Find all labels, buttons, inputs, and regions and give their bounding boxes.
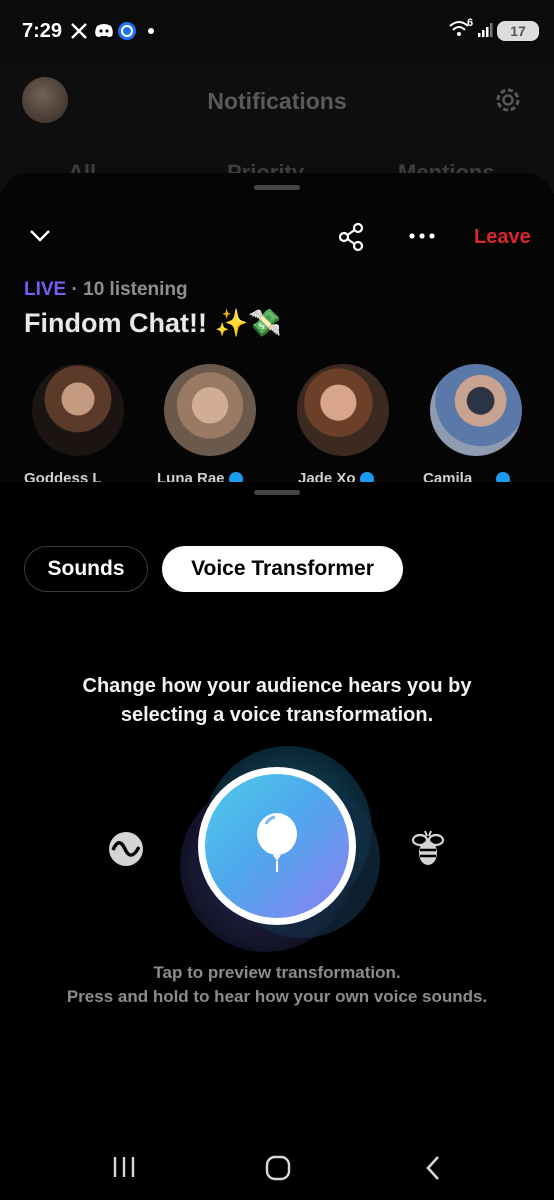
voice-description: Change how your audience hears you by se… [0, 672, 554, 730]
signal-icon [478, 23, 493, 37]
tab-sounds[interactable]: Sounds [24, 546, 148, 592]
recent-apps-icon[interactable] [112, 1155, 136, 1179]
voice-hint: Tap to preview transformation. Press and… [0, 961, 554, 1009]
balloon-circle [205, 774, 349, 918]
battery-icon: 17 [497, 21, 539, 41]
tab-voice-transformer[interactable]: Voice Transformer [162, 546, 403, 592]
voice-hint-line: Tap to preview transformation. [153, 963, 401, 982]
speaker-avatar[interactable] [297, 364, 389, 456]
more-icon[interactable] [408, 232, 436, 240]
live-badge: LIVE [24, 279, 67, 300]
space-title: Findom Chat!! ✨💸 [24, 308, 282, 338]
live-status: LIVE · 10 listening [24, 279, 188, 301]
voice-option-balloon[interactable] [198, 767, 356, 925]
speaker-avatar[interactable] [430, 364, 522, 456]
battery-level: 17 [510, 23, 526, 39]
sheet-handle[interactable] [254, 185, 300, 190]
wave-icon[interactable] [108, 831, 144, 867]
speaker-avatar[interactable] [32, 364, 124, 456]
speaker-avatar[interactable] [164, 364, 256, 456]
back-icon[interactable] [424, 1155, 442, 1181]
status-time: 7:29 [22, 20, 63, 42]
voice-description-line: selecting a voice transformation. [120, 704, 434, 726]
bluesky-icon [118, 22, 136, 40]
chevron-down-icon[interactable] [28, 228, 52, 244]
gear-icon[interactable] [492, 84, 524, 116]
leave-button[interactable]: Leave [474, 226, 531, 249]
page-title: Notifications [207, 88, 347, 114]
wifi-icon [449, 21, 469, 36]
signal-superscript: 6 [467, 17, 474, 29]
status-bar: 7:29 6 17 [0, 0, 554, 64]
sheet-handle[interactable] [254, 490, 300, 495]
discord-icon [95, 24, 113, 37]
dot-icon [148, 28, 154, 34]
x-icon [71, 23, 87, 39]
home-icon[interactable] [265, 1155, 291, 1181]
voice-hint-line: Press and hold to hear how your own voic… [66, 987, 488, 1006]
bee-icon[interactable] [411, 827, 445, 869]
voice-description-line: Change how your audience hears you by [82, 675, 472, 697]
listening-count: · 10 listening [71, 279, 188, 300]
balloon-icon [257, 813, 297, 872]
share-icon[interactable] [337, 222, 367, 252]
